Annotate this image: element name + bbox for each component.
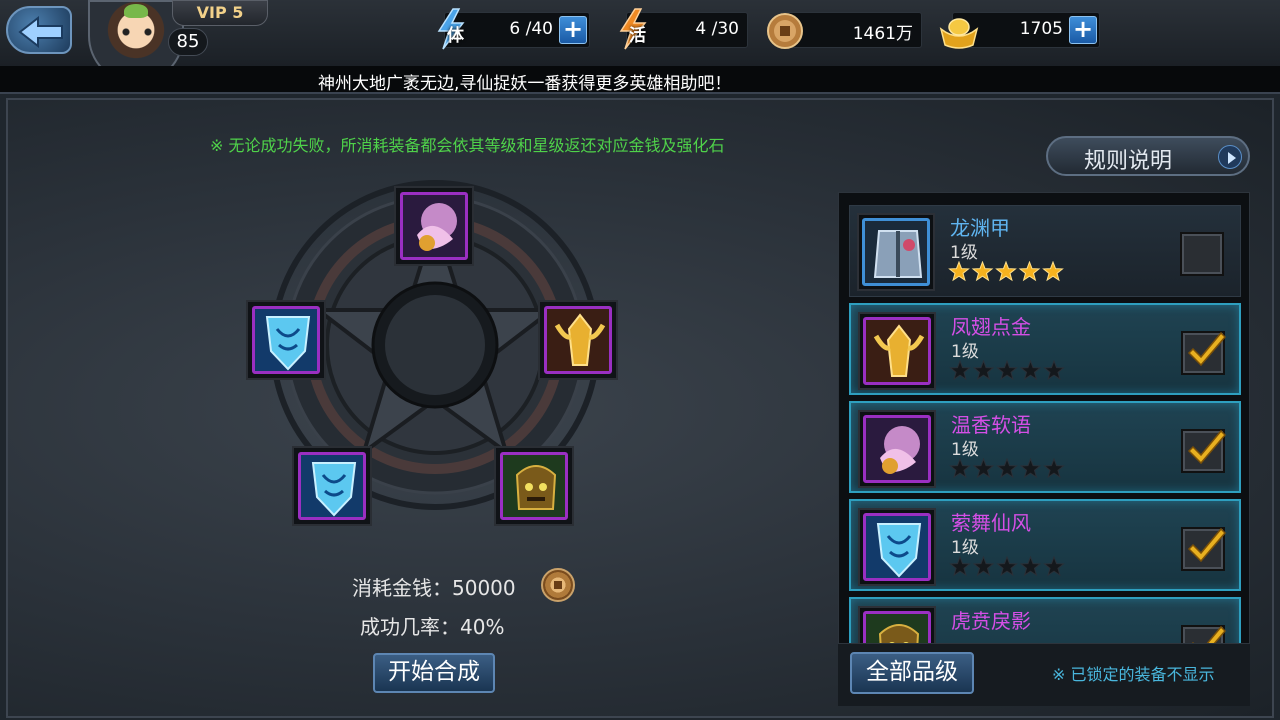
add-gold-button[interactable]: +: [1069, 16, 1097, 44]
checkmark-icon: [1187, 429, 1227, 465]
star-icon: [1019, 555, 1042, 577]
star-icon: [1043, 457, 1065, 479]
material-slot-top[interactable]: [394, 186, 474, 266]
gold-value: 1705: [1019, 19, 1063, 39]
star-icon: [996, 359, 1018, 381]
vigor-counter: 活 4 /30: [619, 8, 748, 50]
gold-counter: 1705 +: [939, 12, 1100, 49]
stamina-value: 6 /40: [509, 19, 553, 39]
equipment-list[interactable]: 龙渊甲 1级 凤翅点金 1级 温香软语 1级 萦舞仙风 1级 虎贲戾影: [838, 192, 1250, 644]
lightning-icon: 活: [613, 7, 653, 51]
select-checkbox[interactable]: [1181, 331, 1227, 375]
star-icon: [948, 260, 970, 282]
equipment-name: 虎贲戾影: [951, 609, 1031, 633]
star-rating: [949, 359, 1071, 382]
star-icon: [972, 457, 995, 479]
equipment-level: 1级: [950, 243, 978, 263]
equipment-level: 1级: [951, 342, 979, 362]
equipment-thumb: [858, 606, 936, 643]
rules-button-label: 规则说明: [1084, 149, 1173, 174]
equipment-name: 温香软语: [951, 413, 1031, 437]
material-slot-left[interactable]: [246, 300, 326, 380]
star-rating: [949, 457, 1071, 480]
star-icon: [995, 260, 1017, 282]
success-rate: 成功几率：40%: [360, 615, 505, 639]
equipment-name: 萦舞仙风: [951, 511, 1031, 535]
material-slot-right[interactable]: [538, 300, 618, 380]
vigor-value: 4 /30: [695, 19, 739, 39]
select-checkbox[interactable]: [1181, 429, 1227, 473]
equipment-row[interactable]: 龙渊甲 1级: [849, 205, 1241, 297]
fairy-icon: [400, 192, 468, 260]
back-arrow-icon: [18, 16, 63, 48]
spirit-shield-icon: [252, 306, 320, 374]
material-slot-bottom-right[interactable]: [494, 446, 574, 526]
fairy-icon: [863, 415, 931, 483]
material-slot-bottom-left[interactable]: [292, 446, 372, 526]
equipment-name: 龙渊甲: [950, 216, 1010, 240]
coin-icon: [541, 568, 575, 602]
stamina-counter: 体 6 /40 +: [437, 8, 590, 50]
checkmark-icon: [1191, 625, 1227, 643]
select-checkbox[interactable]: [1181, 527, 1227, 571]
star-icon: [949, 555, 971, 577]
equipment-row[interactable]: 温香软语 1级: [849, 401, 1241, 493]
star-icon: [1019, 457, 1042, 479]
star-icon: [972, 555, 995, 577]
tiger-helm-icon: [863, 611, 931, 643]
star-icon: [949, 359, 971, 381]
spirit-shield-icon: [863, 513, 931, 581]
star-icon: [996, 457, 1018, 479]
play-arrow-icon: [1218, 145, 1242, 169]
coin-value: 1461万: [852, 24, 913, 44]
lightning-icon: 体: [431, 7, 471, 51]
star-icon: [949, 457, 971, 479]
equipment-row[interactable]: 凤翅点金 1级: [849, 303, 1241, 395]
tiger-helm-icon: [500, 452, 568, 520]
cost-label: 消耗金钱：50000: [352, 576, 516, 600]
star-icon: [972, 359, 995, 381]
equipment-level: 1级: [951, 538, 979, 558]
helmet-icon: [863, 317, 931, 385]
star-icon: [1018, 260, 1041, 282]
coin-counter: 1461万: [767, 12, 922, 49]
equipment-row[interactable]: 虎贲戾影: [849, 597, 1241, 643]
spirit-shield-icon: [298, 452, 366, 520]
checkmark-icon: [1187, 527, 1227, 563]
equipment-level: 1级: [951, 440, 979, 460]
star-rating: [949, 555, 1071, 578]
gold-ingot-icon: [937, 11, 979, 55]
star-icon: [971, 260, 994, 282]
equipment-thumb: [857, 213, 935, 291]
star-icon: [996, 555, 1018, 577]
armor-icon: [862, 218, 930, 286]
add-stamina-button[interactable]: +: [559, 16, 587, 44]
equipment-row[interactable]: 萦舞仙风 1级: [849, 499, 1241, 591]
equipment-thumb: [858, 410, 936, 488]
select-checkbox[interactable]: [1181, 625, 1227, 643]
vip-badge[interactable]: VIP 5: [172, 0, 268, 26]
equipment-thumb: [858, 508, 936, 586]
star-icon: [1043, 555, 1065, 577]
news-ticker: 神州大地广袤无边,寻仙捉妖一番获得更多英雄相助吧！: [0, 66, 1280, 94]
select-checkbox[interactable]: [1180, 232, 1224, 276]
notice-text: ※ 无论成功失败，所消耗装备都会依其等级和星级返还对应金钱及强化石: [210, 136, 725, 155]
locked-equipment-note: ※ 已锁定的装备不显示: [1052, 665, 1215, 684]
star-icon: [1042, 260, 1064, 282]
player-level: 85: [168, 28, 208, 56]
star-rating: [948, 260, 1070, 283]
helmet-icon: [544, 306, 612, 374]
star-icon: [1019, 359, 1042, 381]
coin-icon: [765, 11, 805, 55]
start-synthesis-button[interactable]: 开始合成: [373, 653, 495, 693]
checkmark-icon: [1187, 331, 1227, 367]
equipment-name: 凤翅点金: [951, 315, 1031, 339]
star-icon: [1043, 359, 1065, 381]
rules-button[interactable]: 规则说明: [1046, 136, 1250, 176]
all-grades-button[interactable]: 全部品级: [850, 652, 974, 694]
ticker-text: 神州大地广袤无边,寻仙捉妖一番获得更多英雄相助吧！: [318, 74, 732, 94]
equipment-thumb: [858, 312, 936, 390]
